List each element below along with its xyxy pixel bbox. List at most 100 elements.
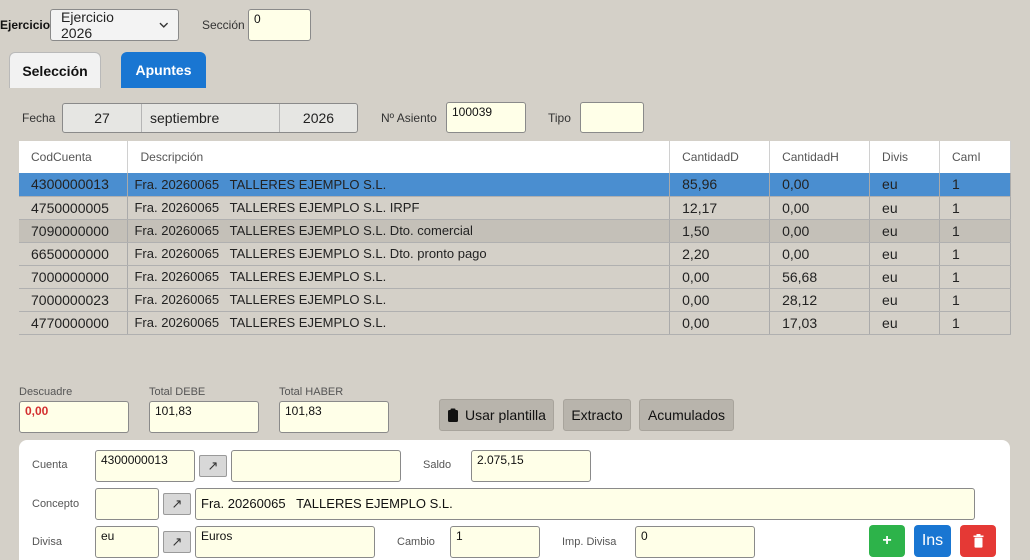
cell-codcuenta: 7000000000 xyxy=(19,265,129,289)
fecha-label: Fecha xyxy=(22,111,56,125)
tipo-label: Tipo xyxy=(548,111,571,125)
usar-plantilla-button[interactable]: Usar plantilla xyxy=(439,399,554,431)
cell-cantidadd: 12,17 xyxy=(669,196,771,220)
table-row[interactable]: 4300000013 Fra. 20260065 TALLERES EJEMPL… xyxy=(19,173,1011,197)
cell-cami: 1 xyxy=(939,265,1011,289)
cell-cantidadh: 0,00 xyxy=(769,173,871,197)
cuenta-name-field[interactable] xyxy=(231,450,401,482)
table-row[interactable]: 7090000000 Fra. 20260065 TALLERES EJEMPL… xyxy=(19,219,1011,243)
cell-cantidadh: 28,12 xyxy=(769,288,871,312)
saldo-field: 2.075,15 xyxy=(471,450,591,482)
cell-codcuenta: 4750000005 xyxy=(19,196,129,220)
table-row[interactable]: 4770000000 Fra. 20260065 TALLERES EJEMPL… xyxy=(19,311,1011,335)
tipo-field[interactable] xyxy=(580,102,644,133)
cuenta-link-icon[interactable]: ↗ xyxy=(199,455,227,477)
asiento-label: Nº Asiento xyxy=(381,111,437,125)
ejercicio-select[interactable]: Ejercicio 2026 xyxy=(50,9,179,41)
cell-descripcion: Fra. 20260065 TALLERES EJEMPLO S.L. xyxy=(127,288,671,312)
cell-cami: 1 xyxy=(939,173,1011,197)
cell-divis: eu xyxy=(869,265,940,289)
cell-descripcion: Fra. 20260065 TALLERES EJEMPLO S.L. xyxy=(127,173,671,197)
col-codcuenta[interactable]: CodCuenta xyxy=(19,141,129,173)
cell-cantidadd: 0,00 xyxy=(669,311,771,335)
concepto-link-icon[interactable]: ↗ xyxy=(163,493,191,515)
seccion-label: Sección xyxy=(202,18,245,32)
plus-icon: + xyxy=(882,532,892,549)
cell-cami: 1 xyxy=(939,288,1011,312)
col-cantidadh[interactable]: CantidadH xyxy=(769,141,871,173)
tab-seleccion[interactable]: Selección xyxy=(9,52,101,88)
ins-button[interactable]: Ins xyxy=(914,525,951,557)
divisa-code-field[interactable]: eu xyxy=(95,526,159,558)
asiento-field[interactable]: 100039 xyxy=(446,102,526,133)
cell-cami: 1 xyxy=(939,242,1011,266)
delete-button[interactable] xyxy=(960,525,996,557)
cell-codcuenta: 7000000023 xyxy=(19,288,129,312)
divisa-link-icon[interactable]: ↗ xyxy=(163,531,191,553)
cell-cami: 1 xyxy=(939,219,1011,243)
concepto-label: Concepto xyxy=(32,498,80,510)
cell-divis: eu xyxy=(869,196,940,220)
saldo-label: Saldo xyxy=(423,459,452,471)
extracto-button[interactable]: Extracto xyxy=(563,399,631,431)
cuenta-field[interactable]: 4300000013 xyxy=(95,450,195,482)
col-descripcion[interactable]: Descripción xyxy=(127,141,671,173)
cell-descripcion: Fra. 20260065 TALLERES EJEMPLO S.L. xyxy=(127,265,671,289)
col-cami[interactable]: CamI xyxy=(939,141,1011,173)
cell-divis: eu xyxy=(869,173,940,197)
cell-codcuenta: 4300000013 xyxy=(19,173,129,197)
cell-codcuenta: 7090000000 xyxy=(19,219,129,243)
cell-divis: eu xyxy=(869,242,940,266)
col-cantidadd[interactable]: CantidadD xyxy=(669,141,771,173)
imp-divisa-field[interactable]: 0 xyxy=(635,526,755,558)
add-button[interactable]: + xyxy=(869,525,905,557)
tab-apuntes[interactable]: Apuntes xyxy=(121,52,206,88)
acumulados-button[interactable]: Acumulados xyxy=(639,399,734,431)
cell-cami: 1 xyxy=(939,196,1011,220)
trash-icon xyxy=(973,534,983,548)
cambio-field[interactable]: 1 xyxy=(450,526,540,558)
total-debe-field: 101,83 xyxy=(149,401,259,433)
cell-cantidadh: 56,68 xyxy=(769,265,871,289)
cell-cantidadd: 0,00 xyxy=(669,265,771,289)
cell-cantidadd: 1,50 xyxy=(669,219,771,243)
cell-descripcion: Fra. 20260065 TALLERES EJEMPLO S.L. Dto.… xyxy=(127,242,671,266)
fecha-year[interactable]: 2026 xyxy=(280,104,357,132)
total-haber-label: Total HABER xyxy=(279,386,344,398)
table-row[interactable]: 4750000005 Fra. 20260065 TALLERES EJEMPL… xyxy=(19,196,1011,220)
fecha-month[interactable]: septiembre xyxy=(142,104,280,132)
seccion-field[interactable]: 0 xyxy=(248,9,311,41)
concepto-text-field[interactable]: Fra. 20260065 TALLERES EJEMPLO S.L. xyxy=(195,488,975,520)
usar-plantilla-label: Usar plantilla xyxy=(465,407,546,423)
table-row[interactable]: 6650000000 Fra. 20260065 TALLERES EJEMPL… xyxy=(19,242,1011,266)
cell-cami: 1 xyxy=(939,311,1011,335)
descuadre-field: 0,00 xyxy=(19,401,129,433)
table-row[interactable]: 7000000000 Fra. 20260065 TALLERES EJEMPL… xyxy=(19,265,1011,289)
apuntes-table: CodCuenta Descripción CantidadD Cantidad… xyxy=(19,141,1011,335)
cell-descripcion: Fra. 20260065 TALLERES EJEMPLO S.L. IRPF xyxy=(127,196,671,220)
cell-cantidadh: 17,03 xyxy=(769,311,871,335)
cambio-label: Cambio xyxy=(397,536,435,548)
cell-cantidadh: 0,00 xyxy=(769,219,871,243)
ejercicio-label: Ejercicio xyxy=(0,18,51,32)
cell-cantidadh: 0,00 xyxy=(769,196,871,220)
cell-cantidadd: 85,96 xyxy=(669,173,771,197)
cuenta-label: Cuenta xyxy=(32,459,68,471)
col-divis[interactable]: Divis xyxy=(869,141,940,173)
cell-cantidadd: 2,20 xyxy=(669,242,771,266)
cell-divis: eu xyxy=(869,288,940,312)
divisa-name-field[interactable]: Euros xyxy=(195,526,375,558)
divisa-label: Divisa xyxy=(32,536,62,548)
cell-codcuenta: 4770000000 xyxy=(19,311,129,335)
total-debe-label: Total DEBE xyxy=(149,386,206,398)
fecha-date-field[interactable]: 27 septiembre 2026 xyxy=(62,103,358,133)
descuadre-label: Descuadre xyxy=(19,386,73,398)
cell-divis: eu xyxy=(869,311,940,335)
table-header-row: CodCuenta Descripción CantidadD Cantidad… xyxy=(19,141,1011,173)
fecha-day[interactable]: 27 xyxy=(63,104,142,132)
cell-descripcion: Fra. 20260065 TALLERES EJEMPLO S.L. xyxy=(127,311,671,335)
table-row[interactable]: 7000000023 Fra. 20260065 TALLERES EJEMPL… xyxy=(19,288,1011,312)
ejercicio-select-value: Ejercicio 2026 xyxy=(61,9,114,41)
chevron-down-icon xyxy=(158,22,168,28)
concepto-code-field[interactable] xyxy=(95,488,159,520)
